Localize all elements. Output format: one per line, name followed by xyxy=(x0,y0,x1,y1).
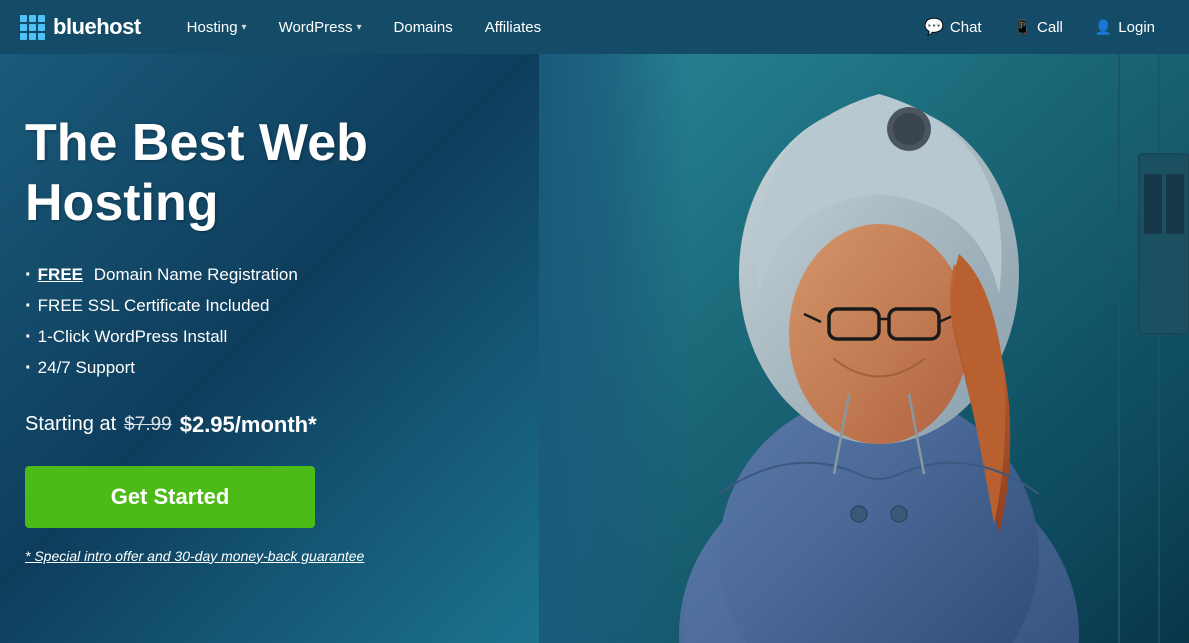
logo-link[interactable]: bluehost xyxy=(20,14,141,40)
feature-ssl: FREE SSL Certificate Included xyxy=(25,295,570,318)
nav-right: Chat Call Login xyxy=(910,0,1169,54)
hero-title: The Best Web Hosting xyxy=(25,114,570,234)
chevron-down-icon: ▾ xyxy=(356,22,361,33)
login-button[interactable]: Login xyxy=(1081,0,1169,54)
price-new: $2.95/month* xyxy=(180,412,317,438)
user-icon xyxy=(1095,19,1112,36)
hero-content: The Best Web Hosting FREE Domain Name Re… xyxy=(0,54,600,643)
call-button[interactable]: Call xyxy=(1000,0,1077,54)
navbar: bluehost Hosting ▾ WordPress ▾ Domains A… xyxy=(0,0,1189,54)
nav-links: Hosting ▾ WordPress ▾ Domains Affiliates xyxy=(171,0,910,54)
chat-button[interactable]: Chat xyxy=(910,0,996,54)
call-icon xyxy=(1014,19,1031,36)
get-started-button[interactable]: Get Started xyxy=(25,466,315,528)
feature-free-domain: FREE Domain Name Registration xyxy=(25,264,570,287)
logo-grid-icon xyxy=(20,15,45,40)
chevron-down-icon: ▾ xyxy=(242,22,247,33)
nav-wordpress[interactable]: WordPress ▾ xyxy=(263,0,378,54)
feature-wordpress: 1-Click WordPress Install xyxy=(25,326,570,349)
nav-hosting[interactable]: Hosting ▾ xyxy=(171,0,263,54)
hero-pricing: Starting at $7.99 $2.95/month* xyxy=(25,412,570,438)
nav-affiliates[interactable]: Affiliates xyxy=(469,0,557,54)
feature-support: 24/7 Support xyxy=(25,357,570,380)
hero-features-list: FREE Domain Name Registration FREE SSL C… xyxy=(25,264,570,388)
logo-text: bluehost xyxy=(53,14,141,40)
hero-section: The Best Web Hosting FREE Domain Name Re… xyxy=(0,54,1189,643)
price-old: $7.99 xyxy=(124,414,172,436)
chat-icon xyxy=(924,17,944,37)
hero-person-illustration xyxy=(539,54,1189,643)
nav-domains[interactable]: Domains xyxy=(378,0,469,54)
disclaimer-link[interactable]: * Special intro offer and 30-day money-b… xyxy=(25,548,570,564)
